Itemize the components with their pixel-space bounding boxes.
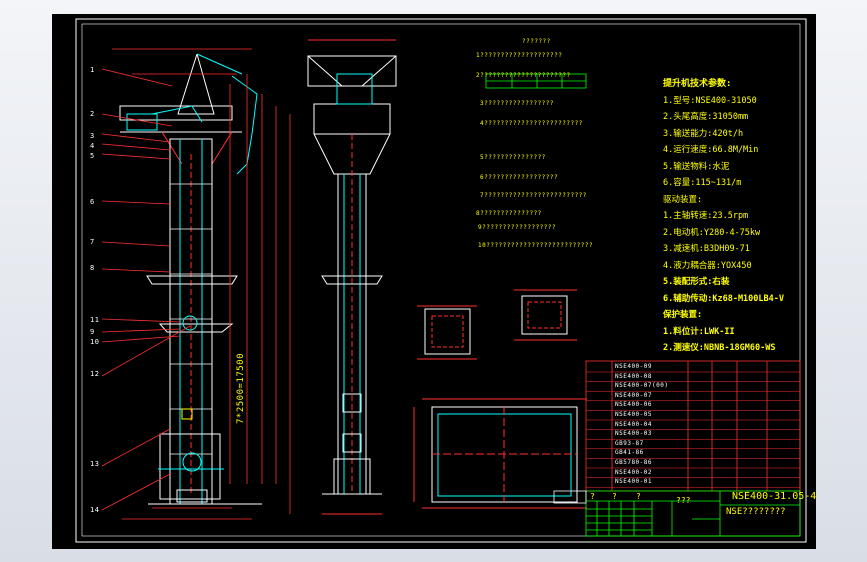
spec-item: 驱动装置:	[663, 194, 703, 205]
bom-row: NSE400-05	[615, 411, 653, 418]
bom-row: NSE400-04	[615, 420, 653, 428]
callout-number: 3	[90, 132, 95, 140]
title-block-center-text: ???	[676, 496, 691, 505]
bom-row: GB41-86	[615, 449, 644, 457]
note-line: 1????????????????????	[476, 52, 563, 59]
spec-item: 3.输送能力:420t/h	[663, 128, 744, 139]
bom-row: NSE400-01	[615, 478, 653, 486]
drawing-name: NSE????????	[726, 507, 786, 517]
callout-number: 13	[90, 460, 100, 468]
spec-item: 2.测速仪:NBNB-18GM60-WS	[663, 343, 776, 353]
elevator-front-view	[307, 39, 397, 515]
title-block-left-strip	[553, 490, 587, 504]
callout-number: 4	[90, 142, 95, 150]
bom-row: NSE400-02	[615, 468, 653, 476]
note-line: 3?????????????????	[480, 100, 555, 107]
callout-number: 9	[90, 328, 95, 336]
note-line: 8???????????????	[476, 210, 542, 217]
callout-number: 2	[90, 110, 95, 118]
viewer-frame: 1 2 3 4 5 6 7 8 11 9 10 12 13 14 7*2500=17500 ???????…	[0, 0, 867, 562]
spec-item: 6.容量:115~131/m	[663, 178, 742, 188]
base-plate-view	[413, 398, 587, 509]
spec-item: 1.型号:NSE400-31050	[663, 95, 757, 106]
vertical-dimension-text: 7*2500=17500	[236, 352, 246, 424]
spec-item: 1.料位计:LWK-II	[663, 326, 735, 337]
bom-row: NSE400-07	[615, 391, 653, 399]
spec-item: 4.运行速度:66.8M/Min	[663, 145, 759, 155]
bom-row: NSE400-07(00)	[615, 382, 669, 390]
notes-header: ???????	[522, 38, 551, 45]
note-line: 9??????????????????	[478, 224, 557, 231]
bom-row: NSE400-06	[615, 401, 653, 409]
bom-row: NSE400-08	[615, 372, 653, 380]
spec-item: 2.头尾高度:31050mm	[663, 112, 749, 122]
section-details	[417, 289, 577, 360]
note-line: 5???????????????	[480, 154, 546, 161]
note-line: 7?????????????????????????	[480, 192, 587, 199]
spec-item: 保护装置:	[663, 310, 703, 320]
bom-row: NSE400-03	[615, 430, 653, 438]
callout-number: 1	[90, 66, 95, 74]
spec-item: 3.减速机:B3DH09-71	[663, 244, 750, 254]
spec-item: 5.输送物料:水泥	[663, 161, 730, 172]
drawing-number: NSE400-31.05-440	[732, 491, 816, 502]
spec-item: 5.装配形式:右装	[663, 277, 730, 287]
elevator-side-view	[119, 53, 262, 505]
bom-row: GB5780-86	[615, 459, 653, 466]
spec-item: 1.主轴转速:23.5rpm	[663, 211, 749, 221]
note-line: 2??????????????????????	[476, 72, 571, 79]
callout-number: 8	[90, 264, 95, 272]
callout-number: 11	[90, 316, 100, 324]
callout-number: 7	[90, 238, 95, 246]
note-line: 4????????????????????????	[480, 120, 583, 127]
cad-drawing-canvas[interactable]: 1 2 3 4 5 6 7 8 11 9 10 12 13 14 7*2500=17500 ???????…	[52, 14, 816, 549]
spec-item: 2.电动机:Y280-4-75kw	[663, 227, 761, 238]
callout-number: 12	[90, 370, 100, 378]
note-line: 6??????????????????	[480, 174, 559, 181]
callout-number: 5	[90, 152, 95, 160]
title-mark-1: ?	[590, 492, 595, 501]
bom-row: NSE400-09	[615, 363, 653, 370]
spec-item: 6.辅助传动:Kz68-M100LB4-V	[663, 293, 784, 304]
callout-number: 10	[90, 338, 100, 346]
callout-number: 14	[90, 506, 100, 514]
bom-row: GB93-87	[615, 439, 644, 447]
title-mark-3: ?	[636, 492, 641, 501]
title-mark-2: ?	[612, 492, 617, 501]
spec-item: 4.液力耦合器:YOX450	[663, 260, 752, 271]
callout-number: 6	[90, 198, 95, 206]
note-line: 10??????????????????????????	[478, 242, 594, 249]
spec-heading: 提升机技术参数:	[663, 79, 732, 89]
